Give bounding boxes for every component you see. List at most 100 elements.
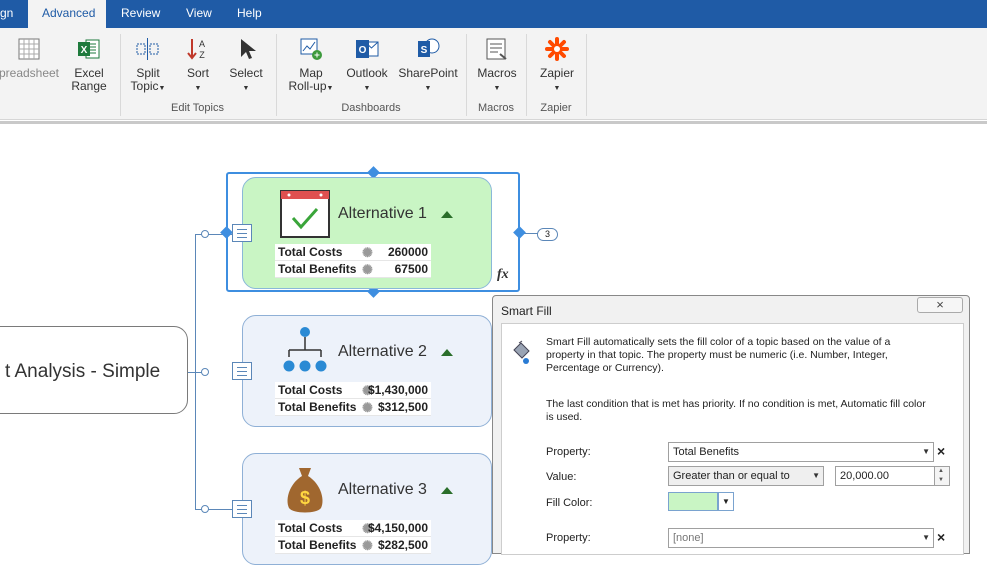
stepper-down-icon[interactable]: ▼ [938,477,944,483]
property-select-value: Total Benefits [673,446,740,458]
svg-text:O: O [359,45,367,56]
svg-text:S: S [421,45,428,56]
select-label: Select [229,66,263,80]
outlook-label: Outlook [346,66,388,80]
svg-text:X: X [81,45,88,56]
property-label: Total Costs [278,245,343,259]
calendar-check-icon [280,190,330,238]
split-topic-caret-icon: ▼ [158,85,166,92]
central-topic[interactable]: t Analysis - Simple [0,326,188,414]
collapsed-count-badge[interactable]: 3 [537,228,558,241]
connector-line [195,234,196,510]
notes-icon[interactable] [232,224,252,242]
macros-button[interactable]: Macros ▼ [474,36,520,95]
gear-icon: ✺ [362,400,373,415]
map-rollup-label-2: Roll-up [288,79,327,93]
priority-up-icon [441,349,453,356]
stepper-up-icon[interactable]: ▲ [938,468,944,474]
property-select-value: [none] [673,532,704,544]
sharepoint-caret-icon: ▼ [424,85,432,92]
topic-alternative-2[interactable]: Alternative 2 Total Costs ✺ $1,430,000 Tot… [242,315,492,427]
notes-icon[interactable] [232,500,252,518]
notes-icon[interactable] [232,362,252,380]
fill-color-dropdown-button[interactable]: ▼ [718,492,734,511]
fill-color-swatch[interactable] [668,492,718,511]
outlook-button[interactable]: O Outlook ▼ [342,36,392,95]
description-line: property in that topic. The property mus… [546,349,888,361]
excel-icon: X [78,39,100,59]
operator-select-value: Greater than or equal to [673,470,790,482]
tab-view[interactable]: View [172,0,226,28]
sort-az-icon: AZ [187,39,205,60]
topic-title: Alternative 2 [338,343,427,360]
value-input[interactable]: 20,000.00 [835,466,935,486]
map-rollup-button[interactable]: Map Roll-up▼ [282,36,340,95]
ribbon-separator [586,34,587,116]
priority-line: The last condition that is met has prior… [546,398,926,410]
property-label: Total Benefits [278,400,357,414]
split-topic-button[interactable]: Split Topic▼ [124,36,172,95]
sharepoint-label: SharePoint [398,66,458,80]
resize-handle-right[interactable] [513,226,526,239]
fill-color-label: Fill Color: [546,497,593,509]
macros-caret-icon: ▼ [493,85,501,92]
value-stepper[interactable]: ▲ ▼ [934,466,950,486]
chevron-down-icon: ▼ [922,533,930,542]
connector-knob[interactable] [201,368,209,376]
topic-title: Alternative 1 [338,205,427,222]
property-select-2[interactable]: [none] ▼ [668,528,934,548]
property-label-2: Property: [546,532,591,544]
spreadsheet-label: preadsheet [0,66,60,80]
remove-condition-2-button[interactable]: × [937,529,945,545]
property-value: 260000 [387,245,428,259]
property-row: Total Costs ✺ $1,430,000 [275,382,431,399]
priority-up-icon [441,487,453,494]
gear-icon: ✺ [362,538,373,553]
tab-help[interactable]: Help [223,0,276,28]
property-row: Total Benefits ✺ 67500 [275,261,431,278]
connector-knob[interactable] [201,230,209,238]
resize-handle-left[interactable] [220,226,233,239]
gear-icon: ✺ [362,262,373,277]
remove-condition-1-button[interactable]: × [937,443,945,459]
property-row: Total Benefits ✺ $312,500 [275,399,431,416]
sort-caret-icon: ▼ [194,85,202,92]
priority-note: The last condition that is met has prior… [546,398,926,424]
dialog-description: Smart Fill automatically sets the fill c… [546,336,890,375]
group-zapier: Zapier [540,102,572,114]
svg-text:$: $ [300,488,310,508]
property-label: Total Benefits [278,262,357,276]
connector-knob[interactable] [201,505,209,513]
tab-advanced[interactable]: Advanced [28,0,106,28]
sort-button[interactable]: AZ Sort ▼ [178,36,218,95]
tab-design[interactable]: gn [0,0,27,28]
topic-alternative-3[interactable]: $ Alternative 3 Total Costs ✺ $4,150,000 T… [242,453,492,565]
split-topic-label-2: Topic [130,79,159,93]
zapier-icon [545,37,569,61]
outlook-caret-icon: ▼ [363,85,371,92]
excel-range-button[interactable]: X Excel Range [64,36,114,93]
map-rollup-caret-icon: ▼ [326,85,334,92]
macros-icon [486,38,507,60]
spreadsheet-button[interactable]: preadsheet [0,36,64,80]
topic-alternative-1[interactable]: Alternative 1 Total Costs ✺ 260000 Total B… [242,177,492,289]
tab-review[interactable]: Review [107,0,174,28]
group-edit-topics: Edit Topics [171,102,224,114]
select-button[interactable]: Select ▼ [226,36,266,95]
sharepoint-icon: S [418,38,440,57]
ribbon-tab-bar: gn Advanced Review View Help [0,0,987,28]
org-chart-icon [283,327,327,372]
topic-properties: Total Costs ✺ $4,150,000 Total Benefits ✺ $2… [275,520,431,554]
property-value: 67500 [394,262,428,276]
zapier-button[interactable]: Zapier ▼ [534,36,580,95]
svg-text:Z: Z [199,50,205,60]
close-button[interactable]: × [917,297,963,313]
property-row: Total Costs ✺ 260000 [275,244,431,261]
property-value: $282,500 [377,538,428,552]
split-topic-icon [136,38,159,60]
operator-select[interactable]: Greater than or equal to ▼ [668,466,824,486]
gear-icon: ✺ [362,245,373,260]
sharepoint-button[interactable]: S SharePoint ▼ [396,36,460,95]
property-select-1[interactable]: Total Benefits ▼ [668,442,934,462]
map-rollup-label-1: Map [299,66,323,80]
